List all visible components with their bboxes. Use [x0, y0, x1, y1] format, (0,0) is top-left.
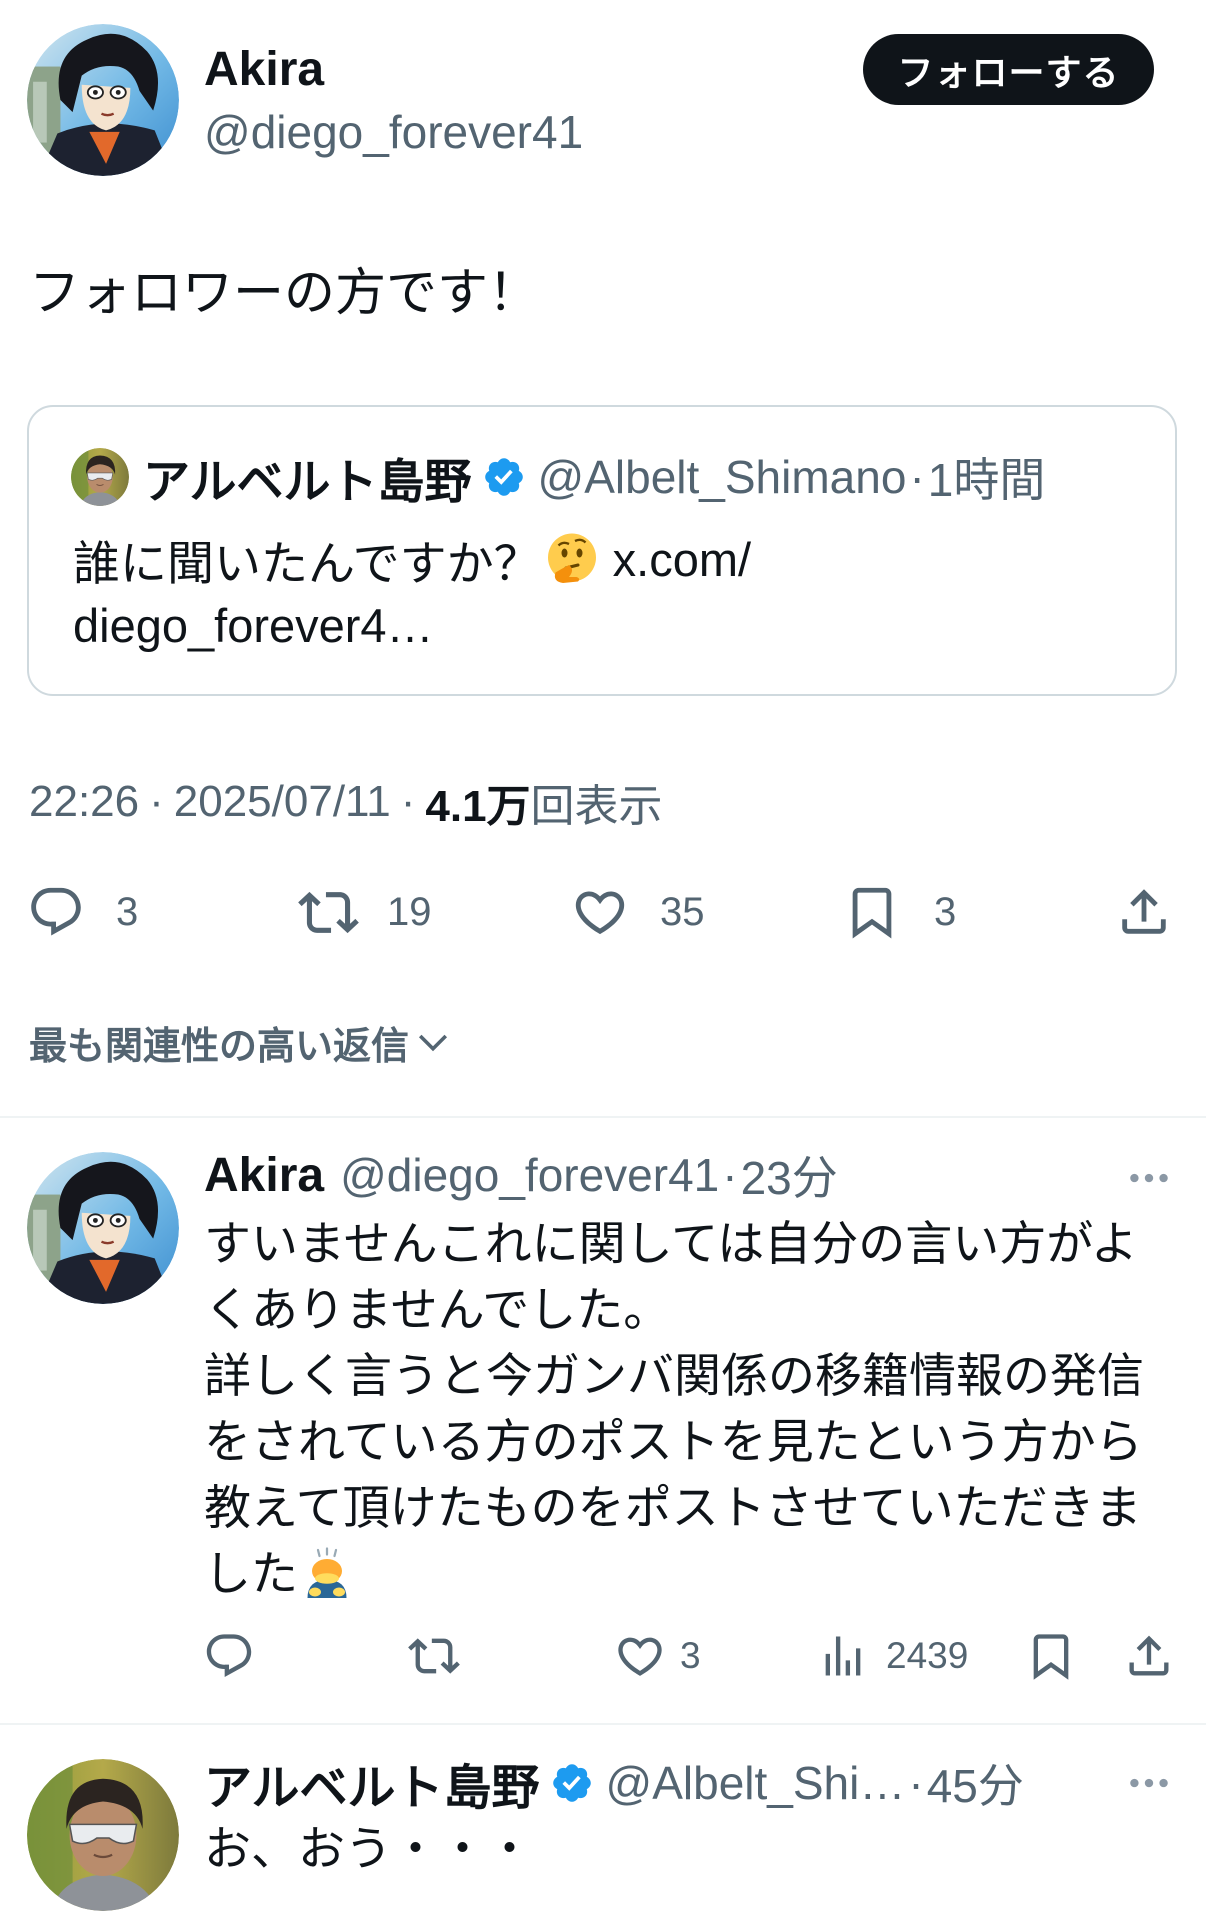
reply-header: アルベルト島野 @Albelt_Shi… · 45分 [204, 1754, 1024, 1815]
reply-text: した [204, 1547, 298, 1600]
reply-author-handle[interactable]: @diego_forever41 [340, 1148, 719, 1202]
reply-icon[interactable] [27, 883, 85, 941]
more-options-icon[interactable] [1124, 1153, 1174, 1203]
separator-dot: · [909, 451, 925, 503]
verified-badge-icon [550, 1761, 594, 1805]
separator-dot: · [722, 1149, 738, 1201]
bookmark-icon[interactable] [1025, 1630, 1077, 1682]
avatar[interactable] [27, 24, 179, 176]
reply-text: すいませんこれに関しては自分の言い方がよ [204, 1217, 1138, 1270]
follow-button[interactable]: フォローする [863, 34, 1154, 105]
avatar[interactable] [27, 1759, 179, 1911]
divider [0, 1723, 1206, 1725]
reply-author-handle[interactable]: @Albelt_Shi… [606, 1756, 906, 1810]
author-handle[interactable]: @diego_forever41 [204, 104, 583, 160]
repost-icon[interactable] [298, 882, 359, 943]
reply-author-name[interactable]: Akira [204, 1148, 324, 1203]
reply-text: をされている方のポストを見たという方から [204, 1415, 1143, 1468]
reply-header: Akira @diego_forever41 · 23分 [204, 1146, 838, 1205]
quoted-tweet-time[interactable]: 1時間 [928, 444, 1046, 510]
reply-text-line: お、おう・・・ [204, 1816, 1194, 1882]
repost-icon[interactable] [408, 1630, 460, 1682]
more-options-icon[interactable] [1124, 1758, 1174, 1808]
replies-sort-label: 最も関連性の高い返信 [29, 1025, 410, 1068]
quoted-author-name[interactable]: アルベルト島野 [143, 443, 472, 512]
reply-text-line: した [204, 1541, 1194, 1607]
separator-dot: · [400, 777, 416, 826]
tweet-text: フォロワーの方です！ [29, 264, 540, 321]
quoted-tweet-link[interactable]: diego_forever4… [73, 598, 434, 653]
thinking-face-emoji [545, 532, 599, 586]
reply-text-line: 教えて頂けたものをポストさせていただきま [204, 1475, 1194, 1541]
tweet-date: 2025/07/11 [173, 777, 391, 826]
quoted-tweet-link[interactable]: x.com/ [613, 532, 751, 587]
tweet-meta: 22:26 · 2025/07/11 · 4.1万 回表示 [29, 775, 663, 831]
reply-text-line: 詳しく言うと今ガンバ関係の移籍情報の発信 [204, 1343, 1194, 1409]
views-label[interactable]: 回表示 [531, 770, 663, 834]
share-icon[interactable] [1123, 1630, 1175, 1682]
reply-author-name[interactable]: アルベルト島野 [204, 1748, 540, 1818]
replies-sort-dropdown[interactable]: 最も関連性の高い返信 [29, 1019, 451, 1068]
reply-text: くありませんでした。 [204, 1283, 671, 1336]
quoted-tweet-text: 誰に聞いたんですか？ [73, 536, 541, 590]
quoted-tweet-header: アルベルト島野 @Albelt_Shimano · 1時間 [71, 448, 1045, 508]
separator-dot: · [908, 1757, 924, 1809]
views-count: 2439 [886, 1635, 969, 1676]
chevron-down-icon [415, 1024, 451, 1060]
divider [0, 1116, 1206, 1118]
reply-text-line: くありませんでした。 [204, 1277, 1194, 1343]
reply-text-line: をされている方のポストを見たという方から [204, 1409, 1194, 1475]
verified-badge-icon [482, 455, 526, 499]
quoted-tweet-card[interactable]: アルベルト島野 @Albelt_Shimano · 1時間 誰に聞いたんですか？… [27, 405, 1177, 696]
reply-text: 教えて頂けたものをポストさせていただきま [204, 1481, 1142, 1534]
reply-time[interactable]: 45分 [927, 1750, 1024, 1816]
bookmark-count: 3 [934, 890, 957, 934]
like-icon[interactable] [571, 883, 629, 941]
separator-dot: · [149, 777, 164, 826]
bookmark-icon[interactable] [843, 883, 901, 941]
quoted-author-handle[interactable]: @Albelt_Shimano [538, 450, 907, 504]
tweet-time: 22:26 [29, 777, 140, 826]
bowing-person-emoji [300, 1547, 354, 1601]
avatar[interactable] [71, 448, 129, 506]
like-count: 3 [680, 1635, 701, 1676]
like-count: 35 [660, 890, 705, 934]
reply-text: お、おう・・・ [204, 1822, 533, 1875]
author-name[interactable]: Akira [204, 41, 324, 99]
views-count[interactable]: 4.1万 [425, 770, 530, 834]
reply-text-line: すいませんこれに関しては自分の言い方がよ [204, 1211, 1194, 1277]
reply-icon[interactable] [203, 1630, 255, 1682]
views-icon[interactable] [817, 1630, 869, 1682]
share-icon[interactable] [1115, 883, 1173, 941]
avatar[interactable] [27, 1152, 179, 1304]
reply-count: 3 [116, 890, 139, 934]
reply-text: 詳しく言うと今ガンバ関係の移籍情報の発信 [204, 1349, 1144, 1402]
repost-count: 19 [387, 890, 432, 934]
quoted-tweet-text-line: diego_forever4… [73, 596, 434, 654]
quoted-tweet-text-line: 誰に聞いたんですか？ x.com/ [73, 530, 751, 590]
like-icon[interactable] [614, 1630, 666, 1682]
reply-time[interactable]: 23分 [741, 1142, 838, 1208]
